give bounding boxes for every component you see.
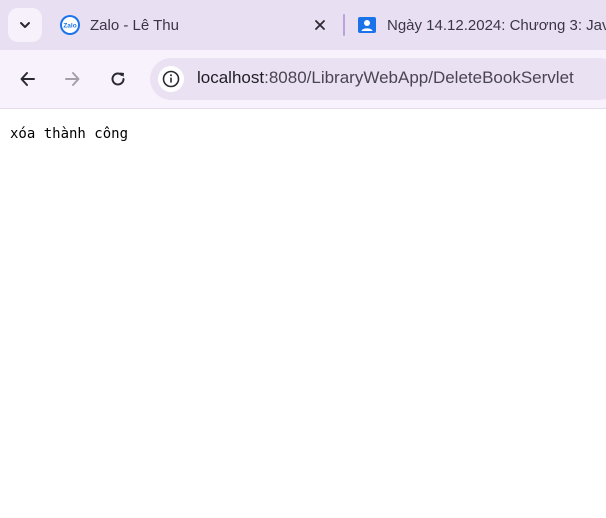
info-icon — [162, 70, 180, 88]
tab-search-button[interactable] — [8, 8, 42, 42]
tab-strip: Zalo Zalo - Lê Thu Ngày 14.12.2024: Chươ… — [0, 0, 606, 50]
classroom-favicon-icon — [358, 17, 376, 33]
tab-zalo[interactable]: Zalo Zalo - Lê Thu — [50, 0, 342, 50]
chevron-down-icon — [20, 22, 30, 28]
back-button[interactable] — [12, 63, 44, 95]
address-bar[interactable]: localhost:8080/LibraryWebApp/DeleteBookS… — [150, 58, 606, 100]
tab-title: Zalo - Lê Thu — [90, 16, 179, 34]
tab-classroom[interactable]: Ngày 14.12.2024: Chương 3: Jav — [347, 0, 606, 50]
site-info-button[interactable] — [158, 66, 184, 92]
url-host: localhost — [197, 68, 265, 87]
zalo-favicon-text: Zalo — [63, 23, 76, 30]
tab-title: Ngày 14.12.2024: Chương 3: Jav — [387, 16, 606, 34]
page-content: xóa thành công — [0, 109, 606, 518]
arrow-right-icon — [65, 72, 80, 86]
url-path: :8080/LibraryWebApp/DeleteBookServlet — [264, 68, 574, 87]
result-message: xóa thành công — [10, 126, 129, 142]
tab-separator — [343, 14, 345, 36]
arrow-left-icon — [20, 72, 35, 86]
forward-button[interactable] — [56, 63, 88, 95]
close-icon — [315, 20, 325, 30]
tab-close-button[interactable] — [310, 15, 330, 35]
url-text[interactable]: localhost:8080/LibraryWebApp/DeleteBookS… — [197, 68, 574, 88]
zalo-favicon-icon: Zalo — [60, 15, 80, 35]
reload-button[interactable] — [102, 63, 134, 95]
reload-icon — [111, 72, 125, 86]
browser-toolbar: localhost:8080/LibraryWebApp/DeleteBookS… — [0, 50, 606, 109]
